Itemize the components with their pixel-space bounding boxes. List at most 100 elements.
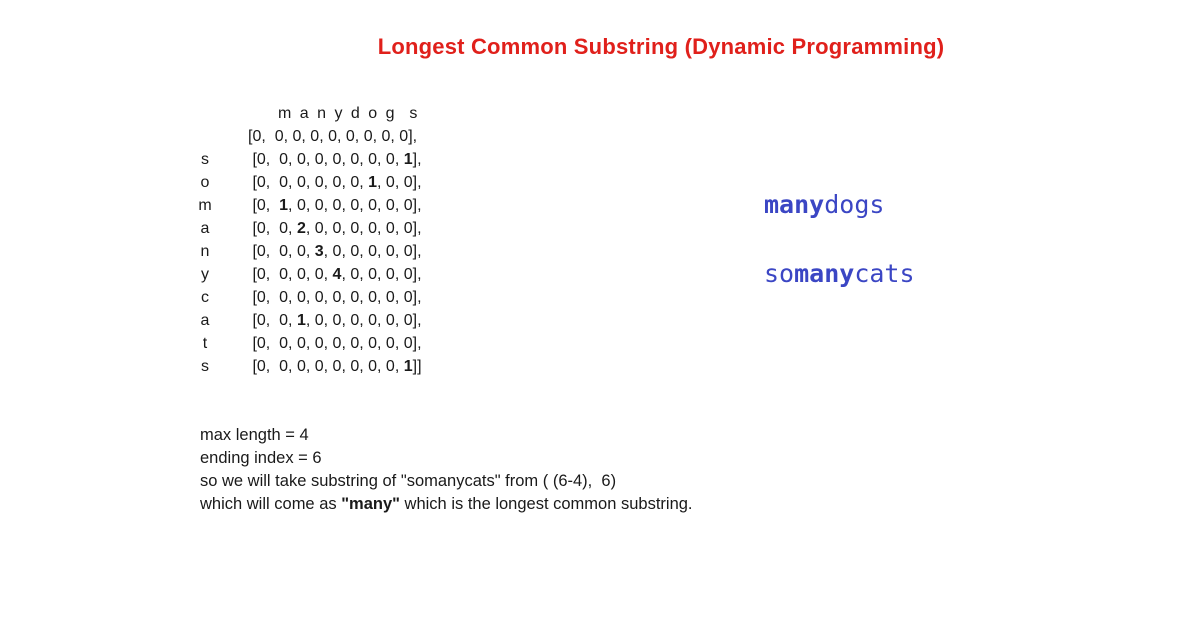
matrix-cell: 0 — [385, 220, 395, 237]
matrix-cell: 0 — [296, 266, 306, 283]
substring-line: so we will take substring of "somanycats… — [200, 472, 617, 490]
matrix-cell: 0 — [279, 335, 289, 352]
matrix-row-label: m — [198, 197, 212, 214]
string-manydogs: manydogs — [764, 190, 884, 219]
matrix-cell: 1 — [279, 197, 289, 214]
matrix-cell: 0 — [296, 289, 306, 306]
matrix-cell: 0 — [385, 312, 395, 329]
result-line: which will come as "many" which is the l… — [200, 493, 693, 516]
matrix-cell: 0 — [256, 289, 266, 306]
matrix-cell: 0 — [256, 266, 266, 283]
matrix-cell: 0 — [385, 358, 395, 375]
matrix-cell: 0 — [279, 220, 289, 237]
matrix-cell: 0 — [368, 335, 378, 352]
matrix-cell: 0 — [296, 243, 306, 260]
matrix-cell: 2 — [296, 220, 306, 237]
matrix-cell: 0 — [292, 128, 302, 145]
matrix-cell: 0 — [328, 128, 337, 145]
result-suffix: which is the longest common substring. — [399, 495, 693, 513]
matrix-cell: 0 — [296, 151, 306, 168]
matrix-row-values: [0, 0, 1, 0, 0, 0, 0, 0, 0], — [248, 312, 422, 329]
matrix-cell: 0 — [368, 266, 378, 283]
matrix-cell: 0 — [296, 358, 306, 375]
matrix-cell: 0 — [252, 128, 262, 145]
matrix-row-values: [0, 0, 0, 0, 0, 0, 0, 0, 1], — [248, 151, 422, 168]
matrix-cell: 1 — [403, 358, 413, 375]
matrix-cell: 0 — [279, 358, 289, 375]
matrix-cell: 0 — [332, 197, 342, 214]
matrix-cell: 0 — [256, 220, 266, 237]
matrix-cell: 0 — [332, 289, 342, 306]
matrix-cell: 0 — [332, 358, 342, 375]
matrix-cell: 0 — [314, 335, 324, 352]
matrix-cell: 0 — [368, 243, 378, 260]
matrix-cell: 0 — [368, 220, 378, 237]
matrix-cell: 0 — [350, 243, 360, 260]
matrix-cell: 4 — [332, 266, 342, 283]
matrix-cell: 0 — [256, 243, 266, 260]
matrix-row-values: [0, 0, 0, 0, 0, 0, 1, 0, 0], — [248, 174, 422, 191]
matrix-cell: 0 — [350, 358, 360, 375]
matrix-cell: 0 — [296, 197, 306, 214]
matrix-row-values: [0, 0, 0, 0, 0, 0, 0, 0, 1]] — [248, 358, 422, 375]
matrix-cell: 0 — [403, 220, 413, 237]
matrix-cell: 0 — [332, 151, 342, 168]
matrix-cell: 0 — [314, 220, 324, 237]
matrix-cell: 0 — [314, 289, 324, 306]
matrix-cell: 0 — [403, 243, 413, 260]
matrix-cell: 0 — [314, 197, 324, 214]
matrix-cell: 0 — [350, 289, 360, 306]
matrix-cell: 0 — [279, 266, 289, 283]
max-length-line: max length = 4 — [200, 426, 309, 444]
page-title: Longest Common Substring (Dynamic Progra… — [377, 34, 945, 59]
word1-rest: dogs — [824, 190, 885, 219]
result-prefix: which will come as — [200, 495, 342, 513]
matrix-column-header: m a n y d o g s — [278, 105, 420, 122]
matrix-cell: 0 — [403, 335, 413, 352]
matrix-cell: 0 — [296, 174, 306, 191]
matrix-cell: 0 — [256, 174, 266, 191]
matrix-cell: 0 — [332, 243, 342, 260]
matrix-cell: 0 — [314, 266, 324, 283]
matrix-cell: 1 — [296, 312, 306, 329]
matrix-cell: 0 — [385, 151, 395, 168]
matrix-cell: 0 — [256, 312, 266, 329]
matrix-cell: 0 — [314, 151, 324, 168]
matrix-row-values: [0, 0, 0, 0, 0, 0, 0, 0, 0], — [248, 289, 422, 306]
matrix-cell: 0 — [381, 128, 391, 145]
matrix-cell: 0 — [403, 174, 413, 191]
matrix-cell: 0 — [345, 128, 355, 145]
matrix-cell: 0 — [256, 335, 266, 352]
matrix-cell: 0 — [385, 289, 395, 306]
matrix-cell: 0 — [314, 174, 324, 191]
matrix-cell: 0 — [332, 335, 342, 352]
matrix-row-label: o — [200, 174, 210, 191]
matrix-cell: 0 — [368, 197, 378, 214]
matrix-cell: 3 — [314, 243, 324, 260]
matrix-row-values: [0, 0, 0, 0, 4, 0, 0, 0, 0], — [248, 266, 422, 283]
matrix-cell: 0 — [368, 289, 378, 306]
matrix-cell: 0 — [350, 197, 360, 214]
matrix-cell: 0 — [368, 358, 378, 375]
matrix-row-values: [0, 0, 0, 0, 0, 0, 0, 0, 0], — [248, 335, 422, 352]
matrix-cell: 0 — [363, 128, 373, 145]
matrix-cell: 0 — [403, 197, 413, 214]
matrix-cell: 0 — [310, 128, 320, 145]
matrix-row-label: s — [201, 358, 209, 375]
matrix-cell: 0 — [403, 312, 413, 329]
matrix-cell: 0 — [314, 358, 324, 375]
matrix-row-label: a — [200, 220, 210, 237]
matrix-row-label: n — [200, 243, 210, 260]
matrix-cell: 0 — [350, 151, 360, 168]
matrix-cell: 0 — [279, 312, 289, 329]
matrix-row-values: [0, 0, 2, 0, 0, 0, 0, 0, 0], — [248, 220, 422, 237]
matrix-row-values: [0, 0, 0, 0, 0, 0, 0, 0, 0], — [248, 128, 418, 145]
ending-index-line: ending index = 6 — [200, 449, 322, 467]
matrix-cell: 0 — [385, 197, 395, 214]
word2-common-part: many — [794, 259, 855, 288]
matrix-cell: 1 — [368, 174, 378, 191]
matrix-cell: 0 — [350, 266, 360, 283]
matrix-cell: 0 — [279, 289, 289, 306]
string-somanycats: somanycats — [764, 259, 915, 288]
matrix-cell: 0 — [368, 151, 378, 168]
